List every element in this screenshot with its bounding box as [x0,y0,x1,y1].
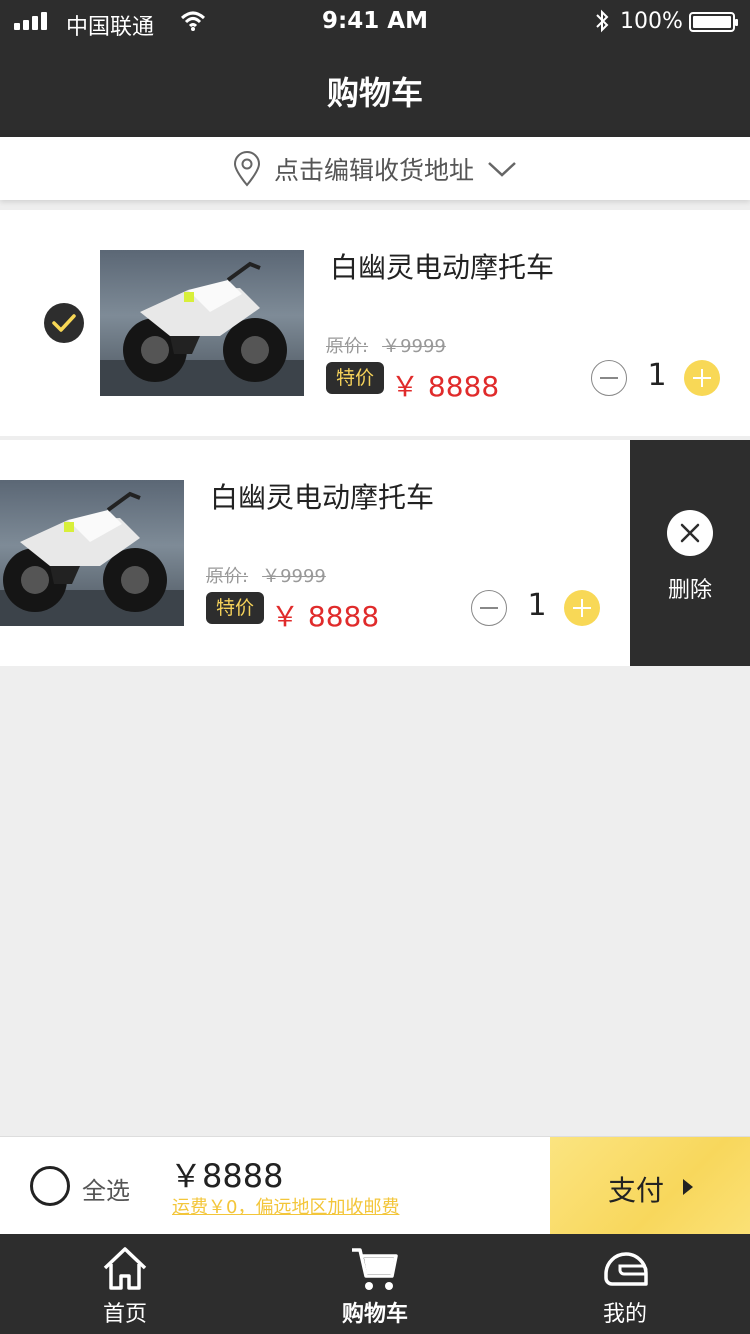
home-icon [103,1247,147,1290]
close-icon [667,510,713,556]
original-price-value: ￥9999 [262,566,326,587]
tab-home[interactable]: 首页 [0,1234,250,1334]
motorcycle-image [0,491,184,626]
chevron-down-icon [488,161,516,177]
tab-cart-label: 购物车 [341,1302,408,1327]
special-offer-badge: 特价 [326,362,385,394]
select-all-checkbox[interactable] [30,1166,70,1206]
quantity-value: 1 [527,588,547,623]
original-price-label: 原价: [206,566,249,587]
tab-bar: 首页 购物车 我的 [0,1234,750,1334]
product-image[interactable] [0,480,184,626]
decrease-quantity-button[interactable] [591,360,627,396]
arrow-right-icon [683,1179,693,1195]
decrease-quantity-button[interactable] [471,590,507,626]
sale-price: ￥ 8888 [391,370,500,403]
pay-label: 支付 [608,1174,665,1207]
original-price: 原价: ￥9999 [326,332,446,358]
helmet-icon [604,1252,648,1286]
product-image[interactable] [100,250,304,396]
delete-button[interactable]: 删除 [630,440,750,666]
cart-item-swiped[interactable]: 白幽灵电动摩托车 原价: ￥9999 特价 ￥ 8888 1 [0,440,630,666]
product-name[interactable]: 白幽灵电动摩托车 [330,246,554,286]
battery-icon [689,12,738,32]
top-bar: 中国联通 9:41 AM 100% 购物车 [0,0,750,137]
checkout-bar: 全选 ￥8888 运费￥0，偏远地区加收邮费 支付 [0,1136,750,1235]
address-text: 点击编辑收货地址 [273,155,474,185]
original-price-label: 原价: [326,336,369,357]
status-bar: 中国联通 9:41 AM 100% [0,0,750,44]
tab-cart[interactable]: 购物车 [250,1234,500,1334]
cart-icon [352,1248,398,1290]
bluetooth-icon [596,9,609,33]
checkmark-icon [52,314,76,332]
increase-quantity-button[interactable] [564,590,600,626]
location-pin-icon [233,150,260,187]
increase-quantity-button[interactable] [684,360,720,396]
tab-home-label: 首页 [102,1302,147,1327]
tab-mine[interactable]: 我的 [500,1234,750,1334]
delete-label: 删除 [667,578,712,603]
battery-percent: 100% [620,9,683,34]
pay-button[interactable]: 支付 [550,1137,750,1235]
special-offer-badge: 特价 [206,592,265,624]
total-price: ￥8888 [170,1157,284,1195]
page-title: 购物车 [326,74,423,112]
item-checkbox-checked[interactable] [44,303,84,343]
product-name[interactable]: 白幽灵电动摩托车 [210,476,434,516]
shipping-note[interactable]: 运费￥0，偏远地区加收邮费 [172,1193,399,1219]
tab-mine-label: 我的 [602,1302,647,1327]
original-price-value: ￥9999 [382,336,446,357]
motorcycle-image [100,261,304,396]
original-price: 原价: ￥9999 [206,562,326,588]
sale-price: ￥ 8888 [271,600,380,633]
cart-item[interactable]: 白幽灵电动摩托车 原价: ￥9999 特价 ￥ 8888 1 [0,210,750,436]
select-all-label[interactable]: 全选 [82,1171,130,1206]
address-selector[interactable]: 点击编辑收货地址 [0,137,750,200]
quantity-value: 1 [647,358,667,393]
